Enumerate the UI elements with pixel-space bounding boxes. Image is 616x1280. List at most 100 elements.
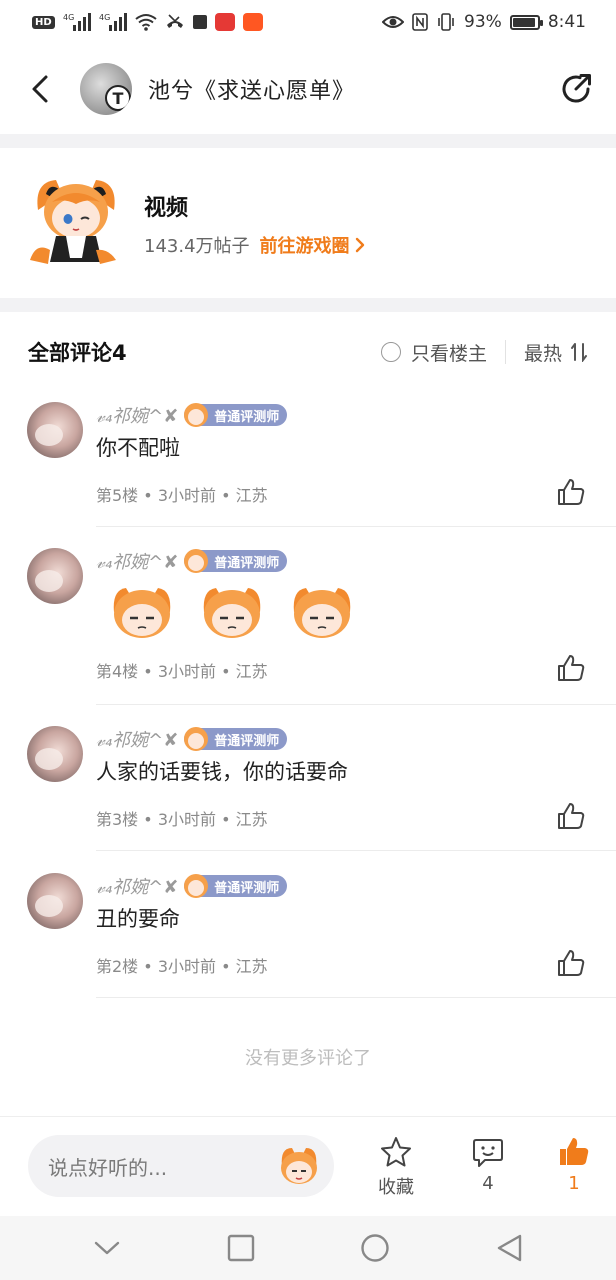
no-more-comments: 没有更多评论了 [245,1048,371,1069]
section-divider [0,298,616,312]
comment-location: 江苏 [235,957,268,976]
comment-username[interactable]: 𝓋₄祁婉^✘ [96,548,178,574]
avatar[interactable] [27,873,83,929]
header: T 池兮《求送心愿单》 [0,44,616,134]
comment-info: 第2楼 • 3小时前 • 江苏 [96,953,268,977]
avatar[interactable] [27,548,83,604]
square-icon [227,1234,255,1262]
nav-recents-button[interactable] [211,1218,271,1278]
comment-item: 𝓋₄祁婉^✘ 普通评测师 人家的话要钱，你的话要命 第3楼 • 3小时前 • 江… [0,716,616,852]
badge-label: 普通评测师 [214,409,280,425]
comment-meta: 𝓋₄祁婉^✘ 普通评测师 [96,873,288,899]
nav-collapse-button[interactable] [77,1218,137,1278]
forum-card[interactable]: 视频 143.4万帖子 前往游戏圈 [0,148,616,298]
sort-button[interactable]: 最热 [524,339,588,366]
vibrate-icon [436,13,456,31]
battery-percent: 93% [464,12,502,32]
comment-time: 3小时前 [157,957,216,976]
badge-mascot-icon [184,727,209,751]
star-icon [381,1137,411,1167]
comment-input[interactable]: 说点好听的... [28,1135,334,1197]
like-icon[interactable] [555,800,587,832]
only-op-radio[interactable] [380,342,401,362]
triangle-back-icon [497,1234,522,1262]
chevron-right-icon [355,237,364,253]
forum-mascot-icon [30,180,116,264]
section-divider [0,134,616,148]
go-to-game-circle-label: 前往游戏圈 [259,236,350,257]
comment-location: 江苏 [235,662,268,681]
sticker-emoji[interactable] [196,582,268,642]
comment-text: 人家的话要钱，你的话要命 [96,760,348,784]
like-button[interactable]: 1 [544,1135,604,1205]
status-bar: HD 4G 4G 93% 8:41 [0,0,616,44]
like-icon[interactable] [555,947,587,979]
status-bar-right: 93% 8:41 [382,12,586,32]
comment-meta: 𝓋₄祁婉^✘ 普通评测师 [96,548,288,574]
floor-number: 第4楼 [96,662,139,681]
comment-divider [96,997,616,998]
comment-input-placeholder: 说点好听的... [48,1155,168,1180]
avatar[interactable] [27,402,83,458]
svg-text:4G: 4G [99,13,110,22]
floor-number: 第5楼 [96,486,139,505]
comment-info: 第4楼 • 3小时前 • 江苏 [96,658,268,682]
wifi-icon [135,13,157,31]
clock: 8:41 [547,12,586,32]
author-avatar[interactable]: T [80,63,132,115]
hd-icon: HD [32,15,55,29]
share-button[interactable] [536,44,616,134]
share-icon [562,74,591,103]
info-separator: • [221,957,231,976]
comments-title: 全部评论4 [28,341,127,365]
comment-username[interactable]: 𝓋₄祁婉^✘ [96,726,178,752]
comment-location: 江苏 [235,810,268,829]
info-separator: • [143,957,153,976]
like-icon[interactable] [555,476,587,508]
bottom-bar: 说点好听的... 收藏 4 1 [0,1116,616,1216]
comment-username[interactable]: 𝓋₄祁婉^✘ [96,402,178,428]
forum-post-count: 143.4万帖子 [144,236,250,257]
comment-text: 丑的要命 [96,907,180,931]
missed-call-icon [165,13,185,31]
comment-time: 3小时前 [157,810,216,829]
info-separator: • [221,662,231,681]
info-separator: • [143,810,153,829]
go-to-game-circle-link[interactable]: 前往游戏圈 [260,232,366,258]
comment-item: 𝓋₄祁婉^✘ 普通评测师 你不配啦 第5楼 • 3小时前 • 江苏 [0,392,616,528]
badge-mascot-icon [184,549,209,573]
comments-header: 全部评论4 只看楼主 最热 [0,312,616,392]
comment-divider [96,850,616,851]
comment-item: 𝓋₄祁婉^✘ 普通评测师 丑的要命 第2楼 • 3小时前 • 江苏 [0,863,616,999]
emoji-button-icon[interactable] [276,1144,322,1188]
back-button[interactable] [0,44,80,134]
info-separator: • [221,486,231,505]
comment-count-button[interactable]: 4 [458,1135,518,1205]
reviewer-badge: 普通评测师 [184,727,288,751]
avatar[interactable] [27,726,83,782]
sticker-emoji[interactable] [286,582,358,642]
only-op-toggle[interactable]: 只看楼主 [380,339,487,366]
info-separator: • [143,486,153,505]
nav-back-button[interactable] [479,1218,539,1278]
comment-location: 江苏 [235,486,268,505]
sticker-emoji[interactable] [106,582,178,642]
forum-stats: 143.4万帖子 前往游戏圈 [144,232,366,258]
like-count: 1 [568,1173,580,1194]
nav-home-button[interactable] [345,1218,405,1278]
favorite-button[interactable]: 收藏 [366,1135,426,1205]
badge-mascot-icon [184,403,209,427]
comment-info: 第3楼 • 3小时前 • 江苏 [96,806,268,830]
circle-icon [361,1234,389,1262]
comment-username[interactable]: 𝓋₄祁婉^✘ [96,873,178,899]
favorite-label: 收藏 [378,1177,414,1198]
like-icon[interactable] [555,652,587,684]
floor-number: 第3楼 [96,810,139,829]
comment-bubble-icon [473,1139,503,1167]
comment-info: 第5楼 • 3小时前 • 江苏 [96,482,268,506]
chevron-down-icon [94,1241,120,1255]
weibo-app-icon [214,13,235,31]
badge-label: 普通评测师 [214,555,280,571]
reviewer-badge: 普通评测师 [184,874,288,898]
comment-count: 4 [482,1173,494,1194]
